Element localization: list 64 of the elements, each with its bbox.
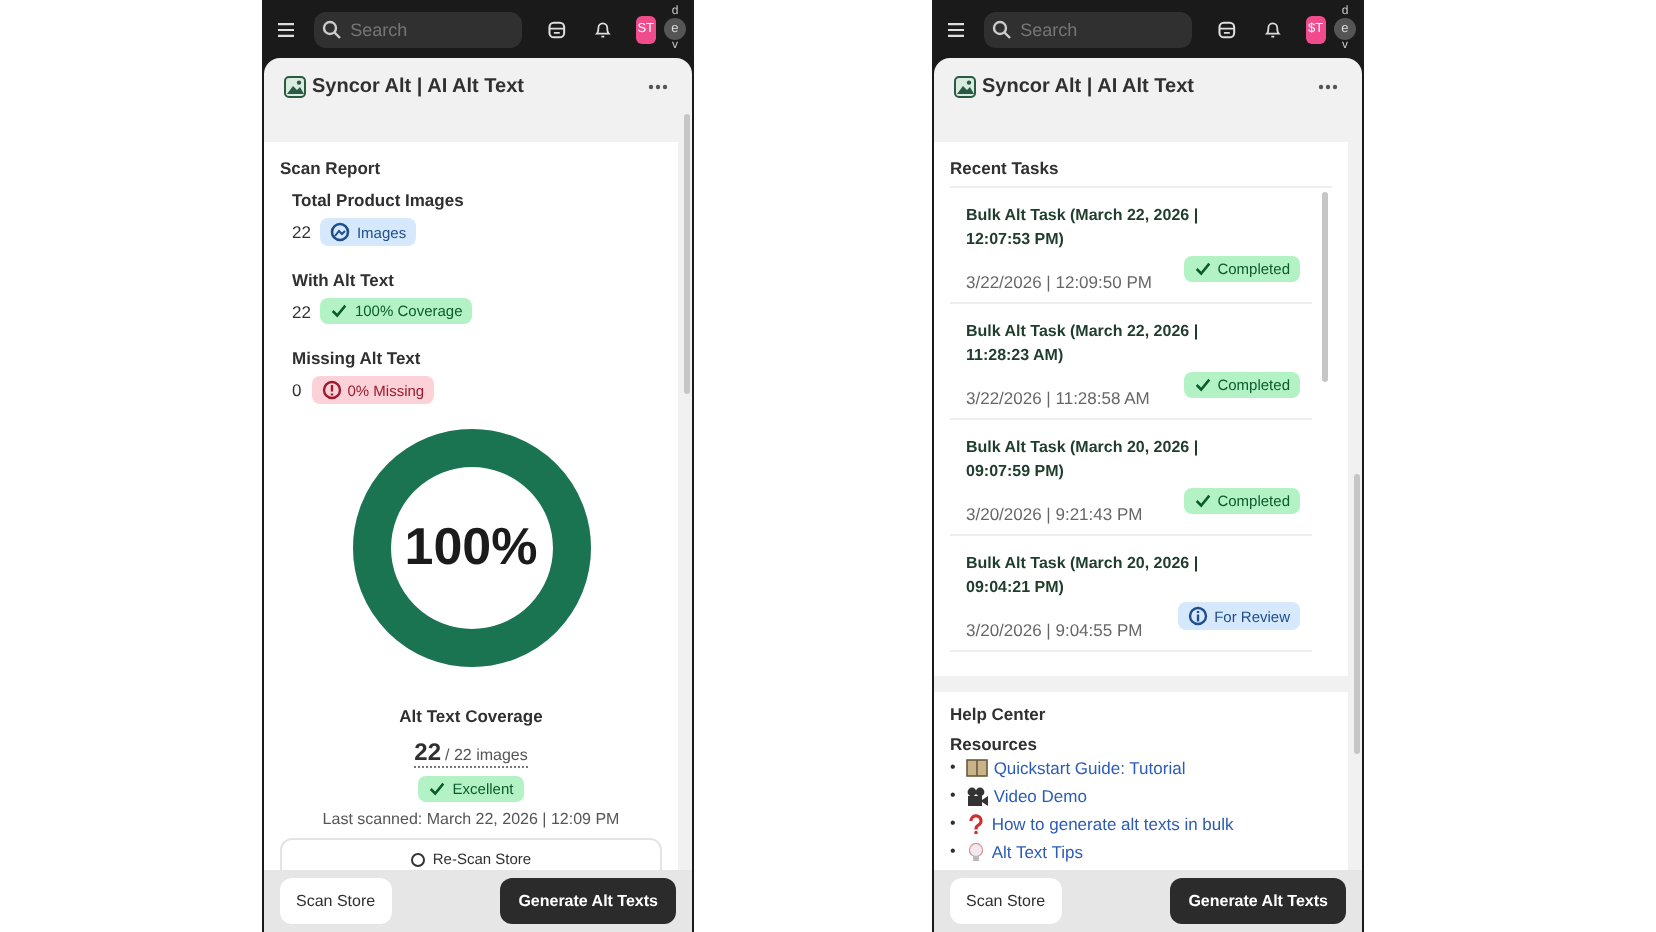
stat-label: With Alt Text <box>292 270 396 290</box>
bullet: • <box>950 840 956 864</box>
check-icon <box>1193 376 1212 394</box>
task-name: Bulk Alt Task (March 20, 2026 | 09:07:59 PM) <box>966 436 1201 484</box>
check-icon <box>330 302 349 320</box>
task-date: 3/20/2026 | 9:21:43 PM <box>966 504 1145 528</box>
menu-icon <box>948 19 965 39</box>
check-icon <box>1193 260 1212 278</box>
store-icon[interactable] <box>548 17 566 41</box>
section-title: Scan Report <box>280 158 383 178</box>
image-count: 22 <box>414 738 441 766</box>
stat-value: 22 <box>292 301 311 321</box>
more-icon <box>1318 83 1338 89</box>
help-link[interactable]: Quickstart Guide: Tutorial <box>965 756 1186 780</box>
image-total: / 22 images <box>445 746 528 764</box>
task-name: Bulk Alt Task (March 22, 2026 | 11:28:23 AM) <box>966 320 1201 368</box>
bell-icon[interactable] <box>1263 17 1282 41</box>
alert-icon <box>321 380 342 400</box>
section-title: Recent Tasks <box>950 158 1061 178</box>
search-field[interactable]: Search <box>314 11 523 47</box>
generate-button[interactable]: Generate Alt Texts <box>1170 878 1346 924</box>
last-scanned: Last scanned: March 22, 2026 | 12:09 PM <box>322 810 620 828</box>
stat-value: 0 <box>292 380 302 400</box>
task-date: 3/22/2026 | 11:28:58 AM <box>966 388 1152 412</box>
section-title: Help Center <box>950 704 1048 724</box>
scrollbar[interactable] <box>1322 192 1328 382</box>
bullet: • <box>950 756 956 780</box>
scrollbar[interactable] <box>684 114 690 394</box>
check-icon <box>428 780 447 798</box>
lightbulb-icon <box>965 842 986 862</box>
question-icon <box>965 814 986 834</box>
more-button[interactable] <box>1314 83 1342 89</box>
scan-store-button[interactable]: Scan Store <box>950 878 1062 924</box>
camera-icon <box>965 786 988 806</box>
stat-label: Total Product Images <box>292 190 466 210</box>
app-title: Syncor Alt | AI Alt Text <box>982 75 1194 97</box>
task-date: 3/22/2026 | 12:09:50 PM <box>966 272 1154 296</box>
coverage-label: Alt Text Coverage <box>399 706 543 726</box>
app-title: Syncor Alt | AI Alt Text <box>312 75 524 97</box>
book-icon <box>965 758 988 778</box>
section-subtitle: Resources <box>950 734 1039 754</box>
store-icon[interactable] <box>1218 17 1236 41</box>
more-icon <box>648 83 668 89</box>
check-icon <box>1193 492 1212 510</box>
refresh-icon <box>410 851 427 867</box>
task-date: 3/20/2026 | 9:04:55 PM <box>966 620 1145 644</box>
coverage-percent: 100% <box>402 516 540 578</box>
more-button[interactable] <box>644 83 672 89</box>
task-name: Bulk Alt Task (March 22, 2026 | 12:07:53 PM) <box>966 204 1201 252</box>
scrollbar[interactable] <box>1354 474 1360 754</box>
help-link[interactable]: Video Demo <box>965 784 1087 808</box>
bullet: • <box>950 784 956 808</box>
stat-label: Missing Alt Text <box>292 348 423 368</box>
stat-value: 22 <box>292 222 311 242</box>
search-field[interactable]: Search <box>984 11 1193 47</box>
info-icon <box>1188 606 1209 626</box>
task-name: Bulk Alt Task (March 20, 2026 | 09:04:21 PM) <box>966 552 1201 600</box>
generate-button[interactable]: Generate Alt Texts <box>500 878 676 924</box>
bullet: • <box>950 812 956 836</box>
help-link[interactable]: How to generate alt texts in bulk <box>965 812 1234 836</box>
scan-store-button[interactable]: Scan Store <box>280 878 392 924</box>
menu-icon <box>278 19 295 39</box>
bell-icon[interactable] <box>593 17 612 41</box>
help-link[interactable]: Alt Text Tips <box>965 840 1083 864</box>
